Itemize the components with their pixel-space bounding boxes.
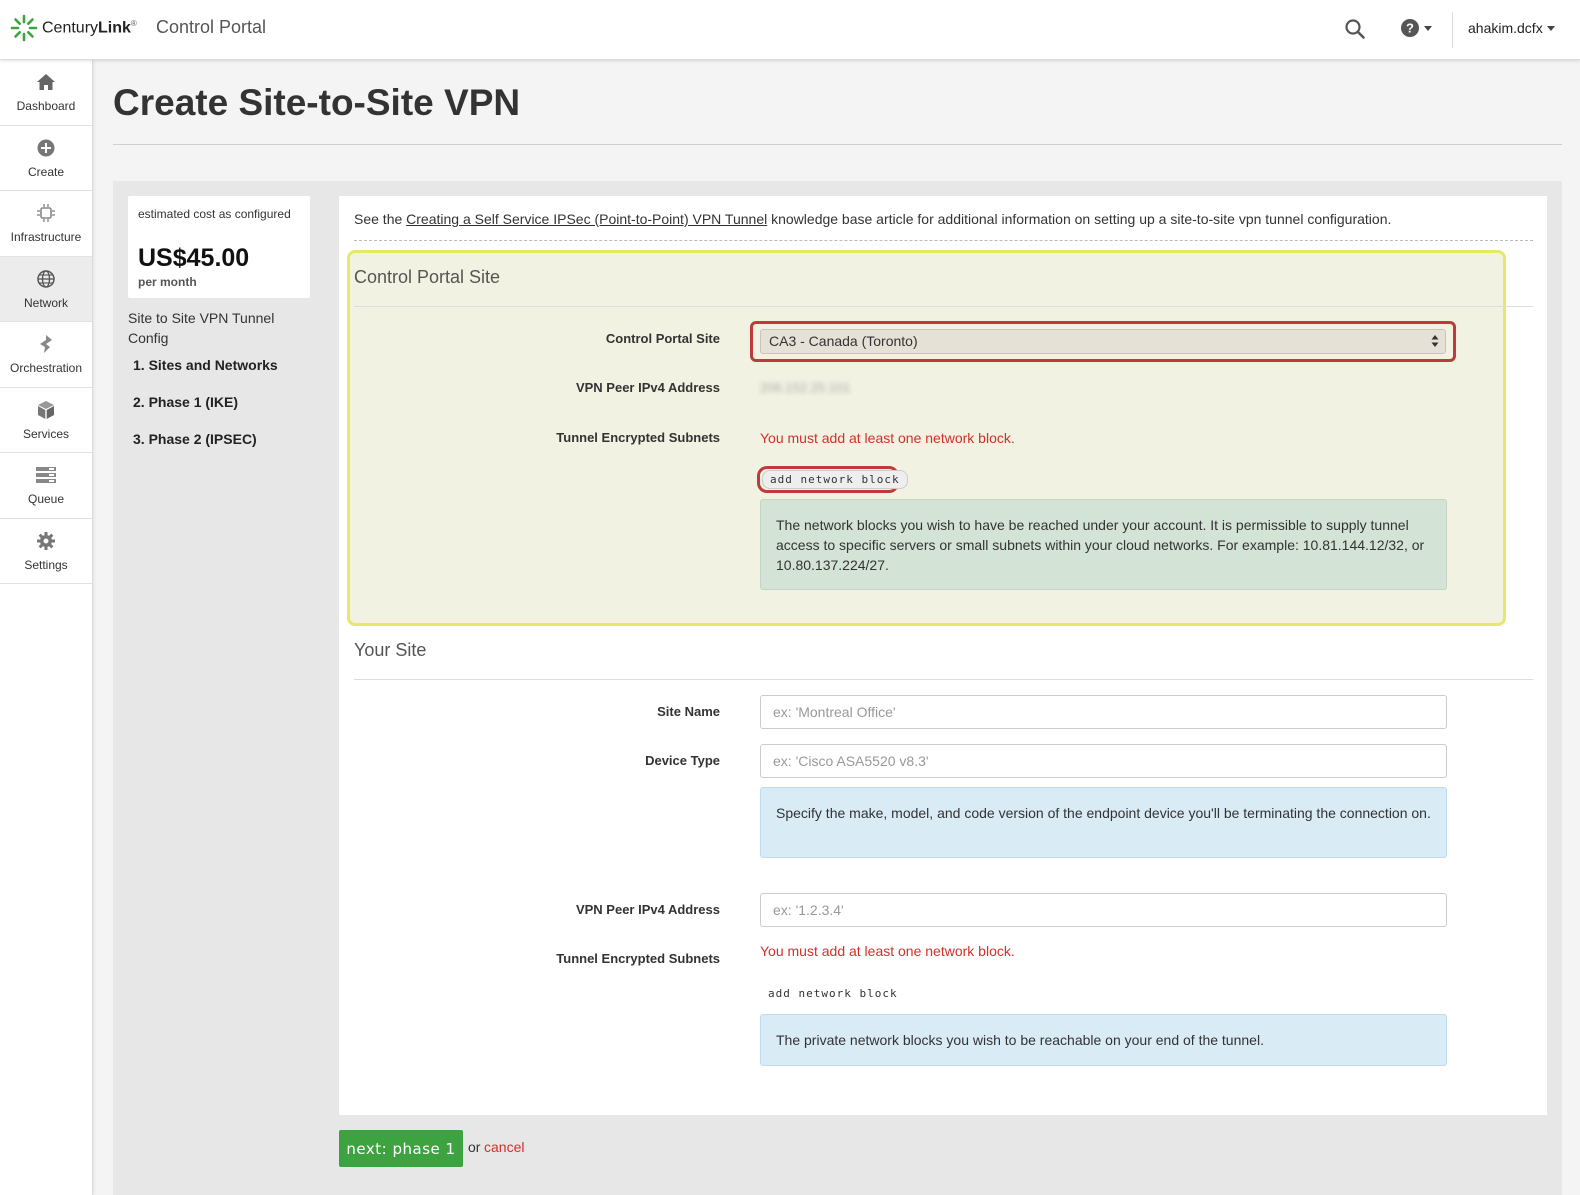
your-tunnel-subnets-label: Tunnel Encrypted Subnets xyxy=(556,951,720,966)
sidebar: Dashboard Create Infrastructure Network … xyxy=(0,60,93,1195)
sidebar-item-settings[interactable]: Settings xyxy=(0,519,92,584)
topbar-divider xyxy=(1452,12,1453,48)
control-portal-site-label: Control Portal Site xyxy=(605,331,720,346)
sidebar-item-queue[interactable]: Queue xyxy=(0,453,92,519)
sidebar-item-create[interactable]: Create xyxy=(0,126,92,191)
or-text: or xyxy=(468,1139,481,1155)
kb-article-link[interactable]: Creating a Self Service IPSec (Point-to-… xyxy=(406,211,767,227)
centurylink-logo-icon xyxy=(10,14,38,42)
add-network-block-button[interactable]: add network block xyxy=(762,470,908,489)
vpn-peer-label: VPN Peer IPv4 Address xyxy=(575,380,720,395)
sidebar-item-orchestration[interactable]: Orchestration xyxy=(0,322,92,388)
step-phase-1[interactable]: 2. Phase 1 (IKE) xyxy=(133,394,238,410)
intro-divider xyxy=(354,240,1533,241)
svg-text:?: ? xyxy=(1406,21,1414,36)
help-menu[interactable]: ? xyxy=(1400,18,1432,38)
select-highlight: CA3 - Canada (Toronto) xyxy=(750,321,1456,362)
cancel-link[interactable]: cancel xyxy=(484,1139,524,1155)
gear-icon xyxy=(35,530,57,552)
device-type-label: Device Type xyxy=(645,753,720,768)
portal-title: Control Portal xyxy=(156,17,267,37)
plus-circle-icon xyxy=(35,137,57,159)
tunnel-subnets-label: Tunnel Encrypted Subnets xyxy=(556,430,720,445)
control-portal-site-select[interactable]: CA3 - Canada (Toronto) xyxy=(760,329,1446,354)
sidebar-item-label: Create xyxy=(27,164,65,179)
page-header: Create Site-to-Site VPN xyxy=(93,60,1580,160)
sidebar-item-label: Network xyxy=(23,295,68,310)
section-divider xyxy=(354,679,1533,680)
help-icon: ? xyxy=(1401,19,1419,37)
device-type-help: Specify the make, model, and code versio… xyxy=(760,787,1447,858)
select-arrows-icon xyxy=(1431,335,1439,347)
estimated-cost-card: estimated cost as configured US$45.00 pe… xyxy=(128,196,310,298)
chip-icon xyxy=(35,202,57,224)
sidebar-item-network[interactable]: Network xyxy=(0,256,92,322)
section-divider xyxy=(354,306,1533,307)
section-title-control-portal-site: Control Portal Site xyxy=(354,267,501,287)
select-value: CA3 - Canada (Toronto) xyxy=(769,333,918,349)
your-vpn-peer-label: VPN Peer IPv4 Address xyxy=(575,902,720,917)
vpn-peer-input[interactable] xyxy=(760,893,1447,927)
cost-amount: US$45.00 xyxy=(138,244,250,272)
username: ahakim.dcfx xyxy=(1468,20,1543,36)
intro-text: See the Creating a Self Service IPSec (P… xyxy=(354,211,1392,227)
chevron-down-icon xyxy=(1424,25,1432,31)
cost-period: per month xyxy=(138,275,197,289)
site-name-label: Site Name xyxy=(657,704,720,719)
sidebar-item-label: Orchestration xyxy=(9,361,83,376)
globe-icon xyxy=(35,268,57,290)
orchestration-icon xyxy=(35,333,57,355)
your-subnets-error: You must add at least one network block. xyxy=(760,943,1015,959)
centurylink-logo[interactable]: CenturyLink® xyxy=(10,14,137,42)
header-divider xyxy=(113,144,1562,145)
site-name-input[interactable] xyxy=(760,695,1447,729)
network-blocks-help: The network blocks you wish to have be r… xyxy=(760,499,1447,590)
your-add-network-block-button[interactable]: add network block xyxy=(761,985,905,1002)
sidebar-item-dashboard[interactable]: Dashboard xyxy=(0,60,92,126)
user-menu[interactable]: ahakim.dcfx xyxy=(1468,20,1555,36)
sidebar-item-infrastructure[interactable]: Infrastructure xyxy=(0,191,92,257)
step-sites-and-networks[interactable]: 1. Sites and Networks xyxy=(133,357,278,373)
sidebar-item-label: Queue xyxy=(27,492,65,507)
cost-label: estimated cost as configured xyxy=(138,207,291,221)
sidebar-item-label: Services xyxy=(22,426,69,441)
home-icon xyxy=(35,71,57,93)
top-bar: CenturyLink® Control Portal ? ahakim.dcf… xyxy=(0,0,1580,60)
logo-wordmark: CenturyLink® xyxy=(42,18,137,37)
your-subnets-help: The private network blocks you wish to b… xyxy=(760,1014,1447,1066)
page-title: Create Site-to-Site VPN xyxy=(113,82,521,123)
vpn-peer-address-blurred: 206.152.25.101 xyxy=(760,380,851,395)
sidebar-item-label: Infrastructure xyxy=(10,230,82,245)
cube-icon xyxy=(35,399,57,421)
section-title-your-site: Your Site xyxy=(354,640,427,660)
sidebar-item-services[interactable]: Services xyxy=(0,388,92,453)
sidebar-item-label: Dashboard xyxy=(16,99,76,114)
next-phase-1-button[interactable]: next: phase 1 xyxy=(339,1130,463,1167)
search-icon[interactable] xyxy=(1344,18,1366,40)
sidebar-item-label: Settings xyxy=(24,557,68,572)
subnets-error: You must add at least one network block. xyxy=(760,430,1015,446)
device-type-input[interactable] xyxy=(760,744,1447,778)
step-phase-2[interactable]: 3. Phase 2 (IPSEC) xyxy=(133,431,257,447)
steps-title: Site to Site VPN Tunnel Config xyxy=(128,310,275,346)
chevron-down-icon xyxy=(1546,25,1555,31)
queue-icon xyxy=(35,464,57,486)
